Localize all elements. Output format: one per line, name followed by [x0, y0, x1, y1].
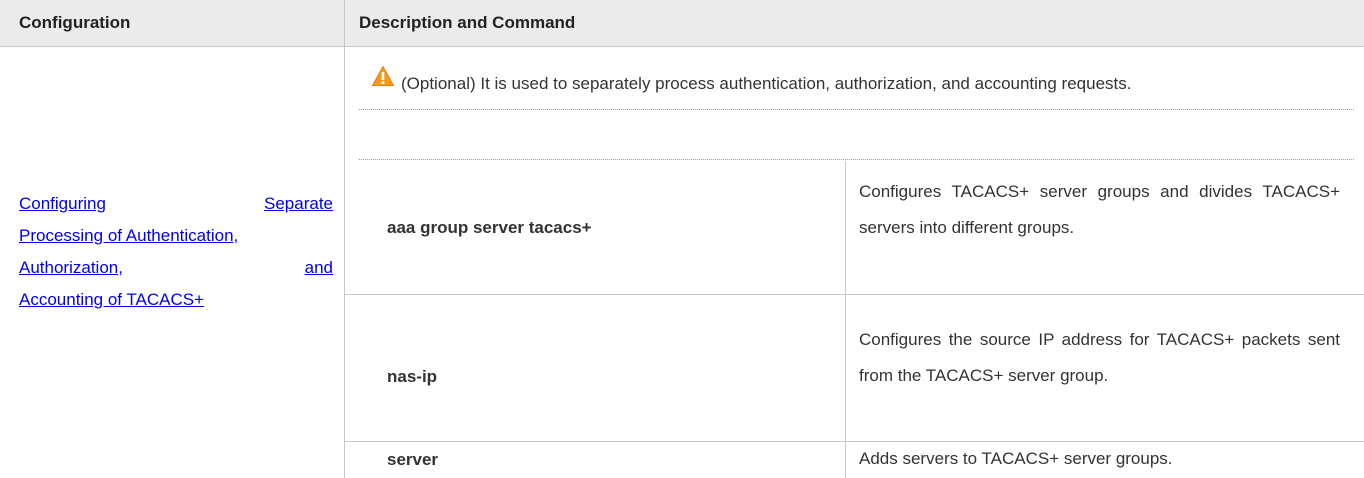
table-header	[0, 0, 1364, 46]
config-link[interactable]: Configuring Separate Processing of Authen…	[19, 188, 333, 316]
description-nas-ip: Configures the source IP address for TAC…	[859, 330, 1340, 385]
command-nas-ip: nas-ip	[387, 367, 438, 386]
column-divider	[344, 0, 345, 478]
command-aaa-group-server: aaa group server tacacs+	[387, 218, 592, 237]
command-description-divider	[845, 161, 846, 478]
row-divider	[345, 294, 1364, 295]
header-configuration: Configuration	[19, 13, 131, 32]
optional-note: (Optional) It is used to separately proc…	[401, 74, 1132, 93]
config-link-text[interactable]: Authorization,	[19, 252, 123, 284]
config-link-text[interactable]: Separate	[264, 188, 333, 220]
config-link-text[interactable]: Accounting of TACACS+	[19, 284, 204, 316]
config-link-text[interactable]: and	[305, 252, 333, 284]
header-description-command: Description and Command	[359, 13, 576, 32]
note-dotted-bottom	[359, 159, 1354, 160]
note-dotted-top	[359, 109, 1354, 110]
config-link-text[interactable]: Configuring	[19, 188, 106, 220]
description-server: Adds servers to TACACS+ server groups.	[859, 449, 1173, 468]
header-divider	[0, 46, 1364, 47]
description-aaa-group-server: Configures TACACS+ server groups and div…	[859, 182, 1340, 237]
config-link-text[interactable]: Processing of Authentication,	[19, 220, 238, 252]
warning-icon	[372, 66, 394, 86]
command-server: server	[387, 450, 439, 469]
